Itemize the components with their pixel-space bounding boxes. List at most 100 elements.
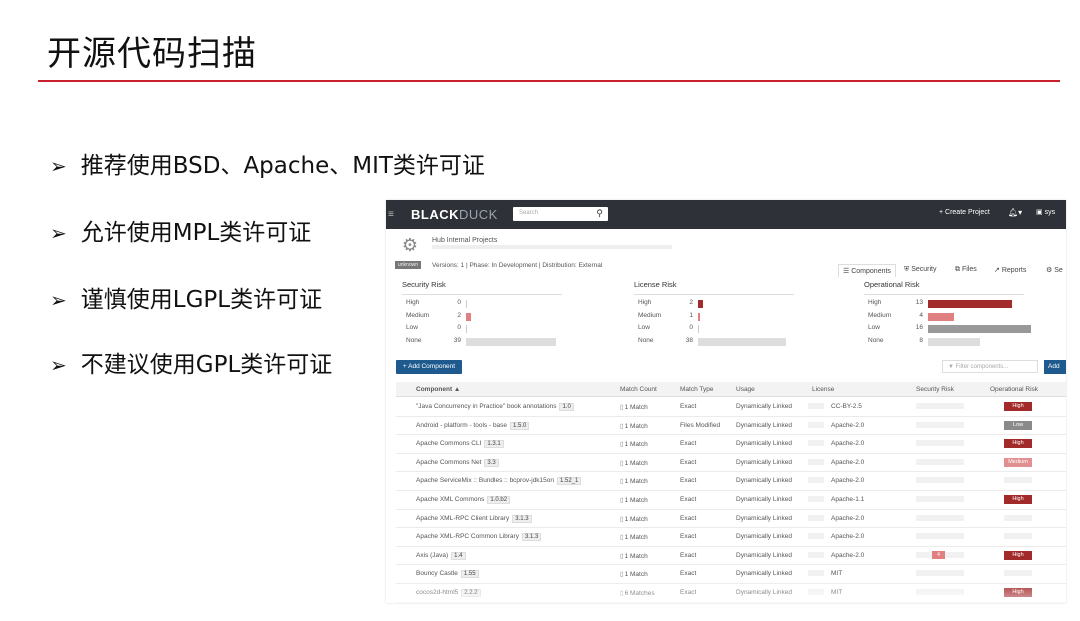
- license[interactable]: Apache-1.1: [831, 496, 864, 503]
- bullet-text: 不建议使用GPL类许可证: [80, 352, 333, 378]
- version-badge[interactable]: 3.3: [484, 458, 499, 467]
- operational-risk-chip[interactable]: High: [1004, 550, 1032, 560]
- license[interactable]: Apache-2.0: [831, 515, 864, 522]
- license[interactable]: CC-BY-2.5: [831, 403, 862, 410]
- version-badge[interactable]: 3.1.3: [521, 533, 542, 542]
- version-badge[interactable]: 1.52_1: [557, 477, 582, 486]
- match-count[interactable]: ▯1 Match: [620, 459, 648, 467]
- license[interactable]: Apache-2.0: [831, 459, 864, 466]
- blackduck-logo[interactable]: BLACKDUCK: [411, 207, 498, 222]
- version-badge[interactable]: 1.4: [451, 551, 466, 560]
- version-badge[interactable]: 1.3.1: [484, 440, 504, 449]
- table-row[interactable]: Apache XML-RPC Client Library 3.1.3 ▯1 Mat…: [396, 509, 1066, 529]
- license[interactable]: MIT: [831, 570, 842, 577]
- col-security-risk[interactable]: Security Risk: [916, 386, 954, 393]
- match-count[interactable]: ▯1 Match: [620, 422, 648, 430]
- match-count[interactable]: ▯1 Match: [620, 477, 648, 485]
- risk-row[interactable]: Low 0: [406, 324, 586, 334]
- table-row[interactable]: Apache Commons CLI 1.3.1 ▯1 Match Exact Dyna…: [396, 434, 1066, 454]
- search-input[interactable]: Search ⚲: [513, 207, 608, 221]
- tab-files[interactable]: ⧉ Files: [955, 266, 977, 274]
- component-name[interactable]: Apache XML Commons 1.0.b2: [416, 496, 511, 504]
- match-count[interactable]: ▯1 Match: [620, 440, 648, 448]
- table-row[interactable]: "Java Concurrency in Practice" book anno…: [396, 397, 1066, 417]
- component-name[interactable]: Bouncy Castle 1.55: [416, 570, 479, 579]
- risk-row[interactable]: High 13: [868, 299, 1048, 309]
- risk-row[interactable]: Medium 2: [406, 312, 586, 322]
- tab-security[interactable]: ⛨ Security: [904, 266, 937, 274]
- component-name[interactable]: Apache Commons Net 3.3: [416, 458, 499, 467]
- table-row[interactable]: Apache Commons Net 3.3 ▯1 Match Exact Dynami…: [396, 453, 1066, 473]
- license[interactable]: Apache-2.0: [831, 533, 864, 540]
- redacted-cell: [808, 440, 824, 447]
- risk-row[interactable]: High 2: [638, 299, 818, 309]
- project-name[interactable]: Hub Internal Projects: [432, 237, 497, 244]
- match-count[interactable]: ▯1 Match: [620, 496, 648, 504]
- col-license[interactable]: License: [812, 386, 834, 393]
- tab-reports[interactable]: ↗ Reports: [994, 266, 1026, 274]
- bottom-fade: [386, 580, 1066, 603]
- filter-components-input[interactable]: ▼ Filter components...: [942, 360, 1038, 373]
- add-button[interactable]: Add: [1044, 360, 1066, 374]
- redacted-cell: [808, 570, 824, 577]
- risk-row[interactable]: None 39: [406, 337, 586, 347]
- col-operational-risk[interactable]: Operational Risk: [990, 386, 1038, 393]
- operational-risk-chip[interactable]: High: [1004, 495, 1032, 504]
- col-component[interactable]: Component ▲: [416, 386, 460, 393]
- risk-row[interactable]: Low 0: [638, 324, 818, 334]
- match-count[interactable]: ▯1 Match: [620, 515, 648, 523]
- operational-risk-chip[interactable]: High: [1004, 439, 1032, 449]
- operational-risk-chip[interactable]: High: [1004, 402, 1032, 411]
- match-count[interactable]: ▯1 Match: [620, 570, 648, 578]
- document-icon: ▯: [620, 571, 624, 579]
- risk-label: None: [406, 336, 422, 344]
- license[interactable]: Apache-2.0: [831, 477, 864, 484]
- create-project-button[interactable]: + Create Project: [939, 209, 990, 216]
- tab-components[interactable]: ☰ Components: [838, 264, 896, 277]
- match-count[interactable]: ▯1 Match: [620, 552, 648, 560]
- match-count[interactable]: ▯1 Match: [620, 533, 648, 541]
- col-usage[interactable]: Usage: [736, 386, 755, 393]
- version-badge[interactable]: 1.55: [460, 570, 479, 579]
- table-row[interactable]: Apache XML Commons 1.0.b2 ▯1 Match Exact Dyn…: [396, 490, 1066, 510]
- risk-row[interactable]: None 38: [638, 337, 818, 347]
- version-badge[interactable]: 1.0.b2: [487, 496, 511, 504]
- license[interactable]: Apache-2.0: [831, 552, 864, 559]
- version-badge[interactable]: 1.0: [559, 403, 574, 411]
- component-name[interactable]: Apache Commons CLI 1.3.1: [416, 440, 504, 449]
- table-row[interactable]: Apache ServiceMix :: Bundles :: bcprov-j…: [396, 471, 1066, 491]
- table-row[interactable]: Android - platform - tools - base 1.5.0 ▯1…: [396, 416, 1066, 436]
- add-component-button[interactable]: + Add Component: [396, 360, 462, 374]
- bell-icon[interactable]: 🔔︎▾: [1008, 208, 1022, 217]
- risk-row[interactable]: None 8: [868, 337, 1048, 347]
- risk-row[interactable]: High 0: [406, 299, 586, 309]
- risk-row[interactable]: Low 16: [868, 324, 1048, 334]
- operational-risk-chip[interactable]: Low: [1004, 420, 1032, 430]
- risk-row[interactable]: Medium 1: [638, 312, 818, 322]
- col-match-type[interactable]: Match Type: [680, 386, 713, 393]
- component-name[interactable]: Axis (Java) 1.4: [416, 551, 466, 560]
- match-count[interactable]: ▯1 Match: [620, 403, 648, 411]
- col-match-count[interactable]: Match Count: [620, 386, 657, 393]
- document-icon: ▯: [620, 441, 624, 449]
- component-name[interactable]: Apache ServiceMix :: Bundles :: bcprov-j…: [416, 477, 582, 486]
- component-name[interactable]: "Java Concurrency in Practice" book anno…: [416, 403, 574, 411]
- risk-row[interactable]: Medium 4: [868, 312, 1048, 322]
- risk-label: Low: [406, 324, 418, 332]
- table-row[interactable]: Apache XML-RPC Common Library 3.1.3 ▯1 Mat…: [396, 527, 1066, 547]
- component-name[interactable]: Apache XML-RPC Common Library 3.1.3: [416, 533, 542, 542]
- menu-icon[interactable]: ≡: [388, 209, 394, 220]
- user-menu[interactable]: ▣ sys: [1036, 208, 1055, 216]
- tab-settings[interactable]: ⚙ Se: [1046, 266, 1063, 274]
- license[interactable]: Apache-2.0: [831, 422, 864, 429]
- search-icon[interactable]: ⚲: [596, 208, 603, 219]
- match-count-label: 1 Match: [624, 478, 648, 486]
- security-risk-chip[interactable]: 4: [932, 550, 945, 559]
- table-row[interactable]: Axis (Java) 1.4 ▯1 Match Exact Dynamically L…: [396, 546, 1066, 566]
- license[interactable]: Apache-2.0: [831, 440, 864, 447]
- version-badge[interactable]: 3.1.3: [512, 514, 532, 523]
- operational-risk-chip[interactable]: Medium: [1004, 457, 1032, 467]
- component-name[interactable]: Android - platform - tools - base 1.5.0: [416, 421, 530, 430]
- component-name[interactable]: Apache XML-RPC Client Library 3.1.3: [416, 514, 532, 523]
- version-badge[interactable]: 1.5.0: [510, 421, 530, 430]
